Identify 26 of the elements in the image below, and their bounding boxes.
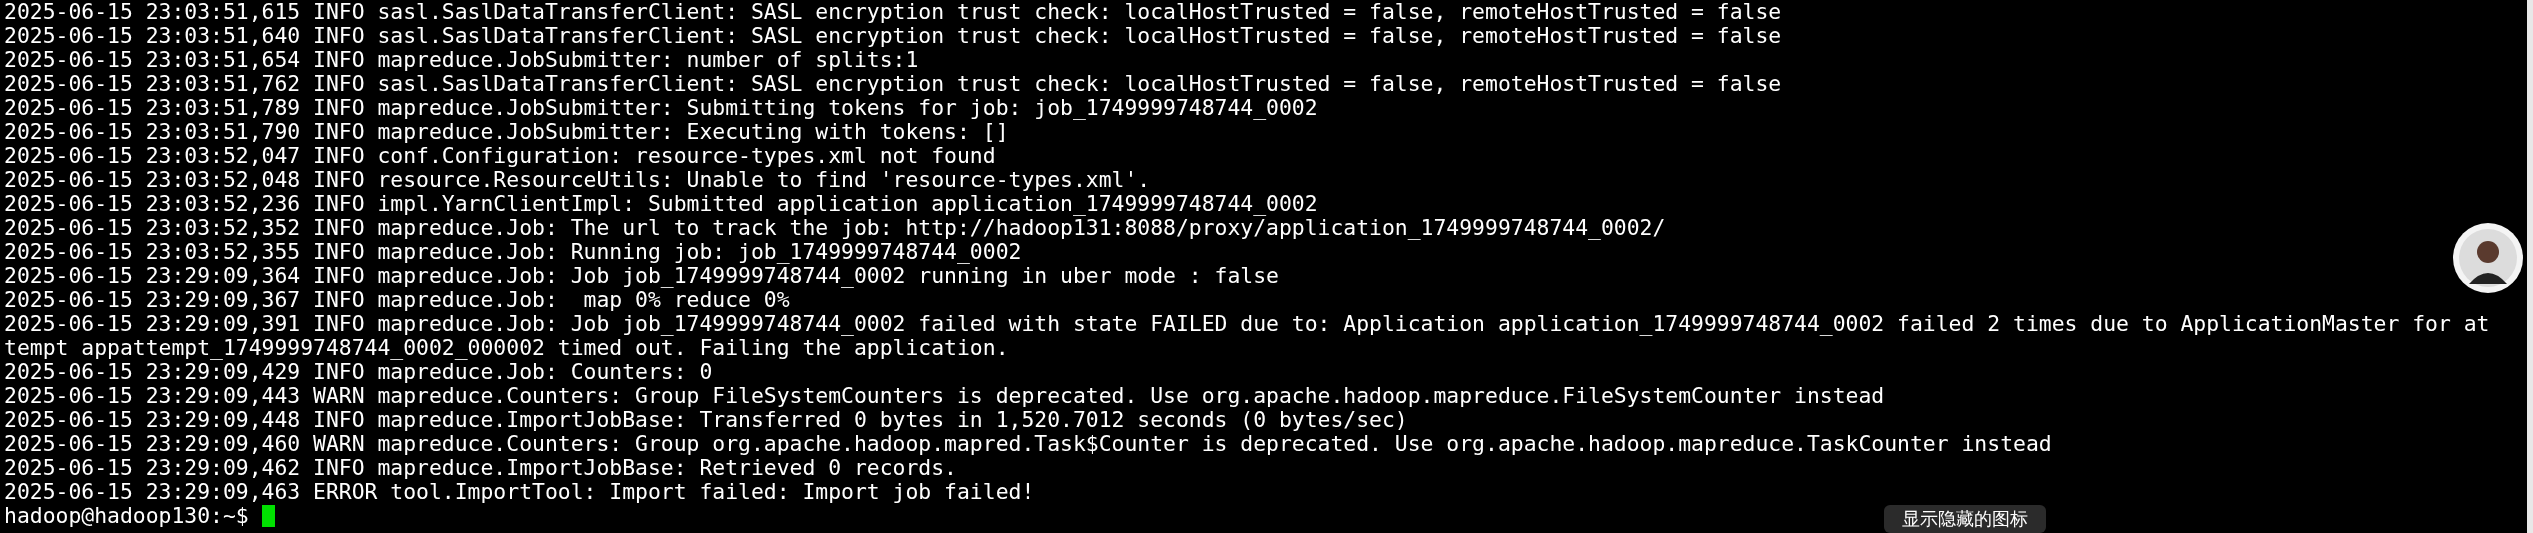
log-line: 2025-06-15 23:29:09,443 WARN mapreduce.Counters: Group FileSystemCounters is deprecated. Use org.apache.hadoop.mapreduce.FileSystemCounter instead [4,384,1885,408]
log-line: 2025-06-15 23:03:51,640 INFO sasl.SaslDataTransferClient: SASL encryption trust check: localHostTrusted = false, remoteHostTrusted = false [4,24,1782,48]
log-line: 2025-06-15 23:03:51,654 INFO mapreduce.JobSubmitter: number of splits:1 [4,48,919,72]
log-line: 2025-06-15 23:29:09,364 INFO mapreduce.Job: Job job_1749999748744_0002 running in uber mode : false [4,264,1279,288]
avatar-icon[interactable] [2452,222,2524,294]
log-line: 2025-06-15 23:29:09,460 WARN mapreduce.Counters: Group org.apache.hadoop.mapred.Task$Counter is deprecated. Use org.apache.hadoop.mapreduce.TaskCounter instead [4,432,2052,456]
log-line: 2025-06-15 23:03:52,355 INFO mapreduce.Job: Running job: job_1749999748744_0002 [4,240,1022,264]
log-line: 2025-06-15 23:03:52,047 INFO conf.Configuration: resource-types.xml not found [4,144,996,168]
log-line: tempt appattempt_1749999748744_0002_000002 timed out. Failing the application. [4,336,1009,360]
log-line: 2025-06-15 23:29:09,367 INFO mapreduce.Job: map 0% reduce 0% [4,288,790,312]
log-line: 2025-06-15 23:03:51,762 INFO sasl.SaslDataTransferClient: SASL encryption trust check: localHostTrusted = false, remoteHostTrusted = false [4,72,1782,96]
log-line: 2025-06-15 23:03:51,615 INFO sasl.SaslDataTransferClient: SASL encryption trust check: localHostTrusted = false, remoteHostTrusted = false [4,0,1782,24]
log-line: 2025-06-15 23:29:09,462 INFO mapreduce.ImportJobBase: Retrieved 0 records. [4,456,957,480]
log-line: 2025-06-15 23:29:09,429 INFO mapreduce.Job: Counters: 0 [4,360,713,384]
log-line: 2025-06-15 23:03:52,236 INFO impl.YarnClientImpl: Submitted application application_1749999748744_0002 [4,192,1318,216]
shell-prompt: hadoop@hadoop130:~$ [4,504,250,528]
log-line: 2025-06-15 23:03:52,048 INFO resource.ResourceUtils: Unable to find 'resource-types.xml'. [4,168,1151,192]
log-line: 2025-06-15 23:03:52,352 INFO mapreduce.Job: The url to track the job: http://hadoop131:8088/proxy/application_1749999748744_0002/ [4,216,1666,240]
tooltip: 显示隐藏的图标 [1884,505,2046,533]
log-line: 2025-06-15 23:03:51,789 INFO mapreduce.JobSubmitter: Submitting tokens for job: job_1749999748744_0002 [4,96,1318,120]
scrollbar[interactable] [2527,0,2533,533]
log-line: 2025-06-15 23:29:09,448 INFO mapreduce.ImportJobBase: Transferred 0 bytes in 1,520.7012 seconds (0 bytes/sec) [4,408,1408,432]
text-cursor [261,505,275,527]
log-line: 2025-06-15 23:03:51,790 INFO mapreduce.JobSubmitter: Executing with tokens: [] [4,120,1009,144]
log-line: 2025-06-15 23:29:09,463 ERROR tool.ImportTool: Import failed: Import job failed! [4,480,1035,504]
log-line: 2025-06-15 23:29:09,391 INFO mapreduce.Job: Job job_1749999748744_0002 failed with state FAILED due to: Application application_1749999748744_0002 failed 2 times due to ApplicationMaster for at [4,312,2490,336]
